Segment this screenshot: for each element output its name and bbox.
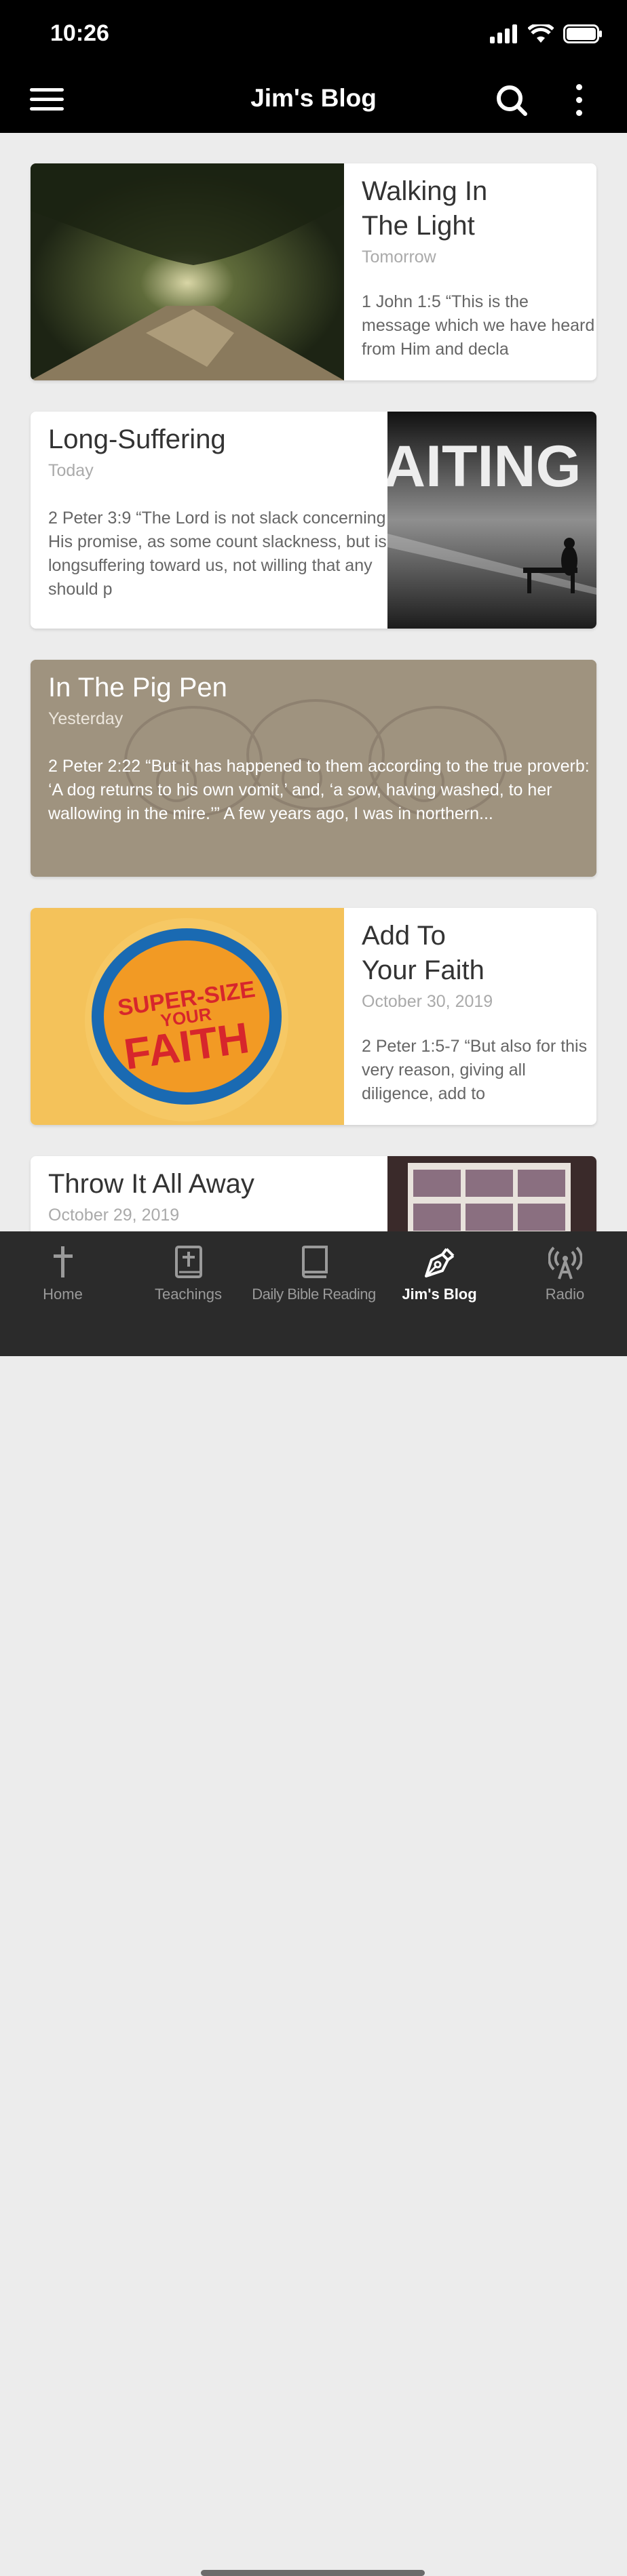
page-title: Jim's Blog (250, 84, 377, 112)
blog-feed[interactable]: Walking In The Light Tomorrow 1 John 1:5… (0, 133, 627, 1231)
post-title: Long-Suffering (48, 424, 226, 454)
post-date: Yesterday (48, 709, 124, 728)
tab-bar: Home Teachings Daily Bible Reading Jim's… (0, 1231, 627, 2576)
post-card[interactable]: Throw It All Away October 29, 2019 (31, 1156, 596, 1231)
post-card[interactable]: SUPER-SIZE YOUR FAITH Add To Your Faith … (31, 908, 596, 1125)
post-image-waiting: AITING (387, 412, 596, 629)
post-title: Throw It All Away (48, 1169, 254, 1199)
post-date: Today (48, 461, 94, 480)
radio-tower-icon (548, 1246, 582, 1280)
post-excerpt: 1 John 1:5 “This is the message which we… (362, 292, 595, 359)
post-excerpt: 2 Peter 3:9 “The Lord is not slack conce… (48, 509, 387, 599)
post-title: Add To Your Faith (362, 919, 596, 988)
post-excerpt: 2 Peter 1:5-7 “But also for this very re… (362, 1037, 588, 1103)
post-image-dvd-shelves (387, 1156, 596, 1231)
tab-jims-blog[interactable]: Jim's Blog (377, 1231, 502, 1320)
book-icon (301, 1246, 328, 1278)
tab-label: Daily Bible Reading (252, 1286, 376, 1303)
post-title: In The Pig Pen (48, 673, 227, 702)
post-title-line2: The Light (362, 211, 475, 241)
tab-label: Jim's Blog (402, 1286, 477, 1303)
status-time: 10:26 (50, 20, 109, 46)
post-text: In The Pig Pen Yesterday 2 Peter 2:22 “B… (31, 660, 596, 877)
status-icons (490, 24, 603, 43)
tab-label: Radio (545, 1286, 585, 1303)
cross-icon (53, 1246, 73, 1277)
post-date: Tomorrow (362, 247, 436, 266)
post-excerpt: 2 Peter 2:22 “But it has happened to the… (48, 757, 590, 823)
post-title: Walking In The Light (362, 174, 596, 243)
tab-home[interactable]: Home (0, 1231, 126, 1320)
post-date: October 30, 2019 (362, 992, 493, 1011)
post-card[interactable]: Walking In The Light Tomorrow 1 John 1:5… (31, 163, 596, 380)
post-image-text: AITING (387, 434, 581, 499)
home-indicator[interactable] (201, 2570, 425, 2576)
post-card[interactable]: In The Pig Pen Yesterday 2 Peter 2:22 “B… (31, 660, 596, 877)
tab-label: Teachings (154, 1286, 223, 1303)
post-image-super-size-faith: SUPER-SIZE YOUR FAITH (31, 908, 344, 1125)
search-icon[interactable] (494, 83, 529, 118)
post-text: Throw It All Away October 29, 2019 (31, 1156, 387, 1231)
post-text: Add To Your Faith October 30, 2019 2 Pet… (344, 908, 596, 1125)
battery-icon (563, 24, 602, 43)
bible-icon (174, 1246, 202, 1278)
app-header: Jim's Blog (0, 66, 627, 133)
tab-radio[interactable]: Radio (502, 1231, 627, 1320)
post-image-forest-path (31, 163, 344, 380)
tab-label: Home (43, 1286, 83, 1303)
post-title-line2: Your Faith (362, 955, 484, 985)
post-title-line1: Add To (362, 921, 446, 951)
signal-icon (490, 24, 517, 43)
tab-daily-bible-reading[interactable]: Daily Bible Reading (251, 1231, 377, 1320)
post-date: October 29, 2019 (48, 1206, 180, 1225)
post-card[interactable]: Long-Suffering Today 2 Peter 3:9 “The Lo… (31, 412, 596, 629)
post-title-line1: Walking In (362, 176, 488, 206)
post-text: Walking In The Light Tomorrow 1 John 1:5… (344, 163, 596, 380)
more-options-icon[interactable] (571, 83, 588, 118)
wifi-icon (528, 24, 554, 43)
post-text: Long-Suffering Today 2 Peter 3:9 “The Lo… (31, 412, 387, 629)
pen-icon (424, 1248, 454, 1277)
status-bar: 10:26 (0, 0, 627, 66)
tab-teachings[interactable]: Teachings (126, 1231, 251, 1320)
